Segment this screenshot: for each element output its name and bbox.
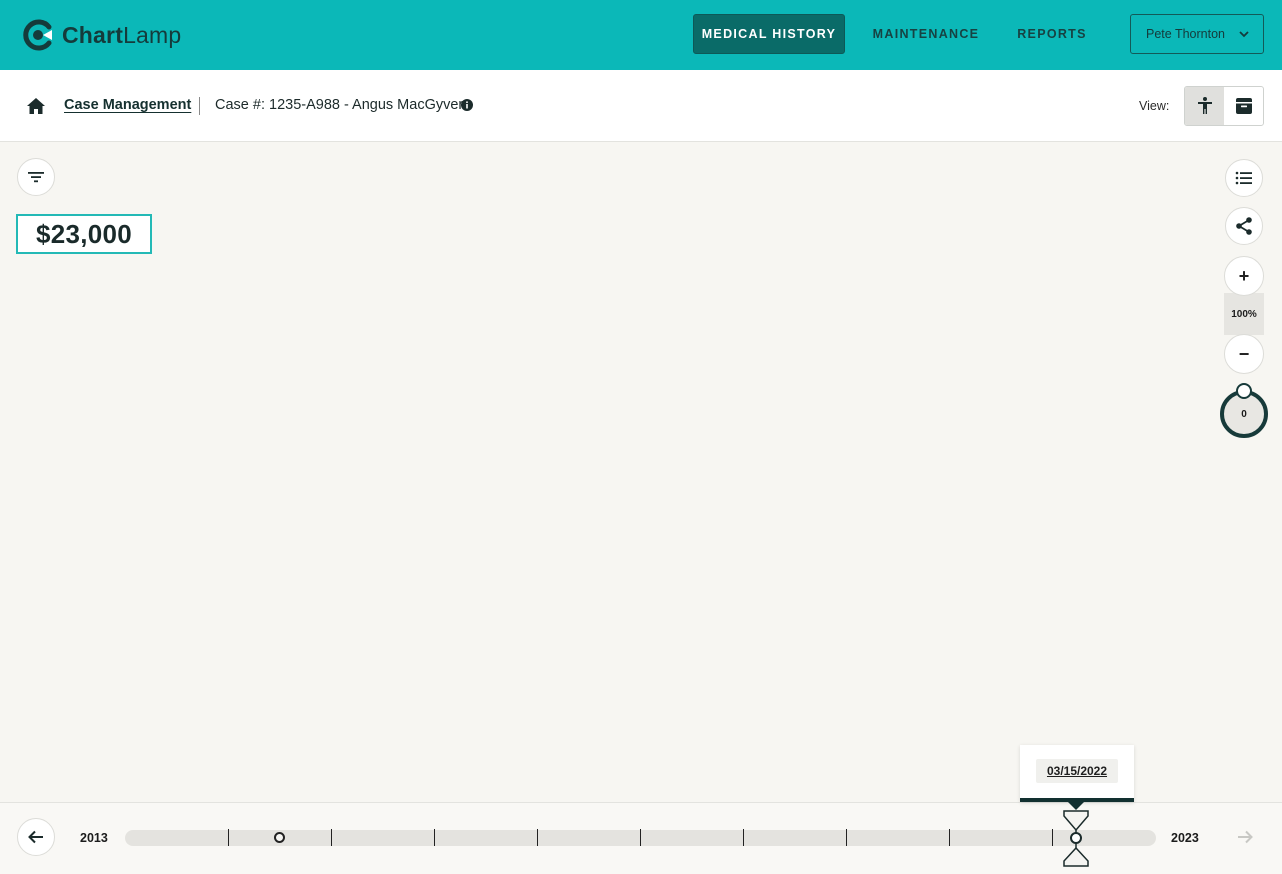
timeline-tick	[949, 829, 950, 846]
timeline-tick	[743, 829, 744, 846]
zoom-in-button[interactable]: +	[1224, 256, 1264, 296]
logo-mark-icon	[23, 19, 52, 51]
breadcrumb-divider	[199, 97, 200, 115]
view-body-button[interactable]	[1185, 87, 1224, 125]
timeline-tick	[331, 829, 332, 846]
nav-maintenance[interactable]: MAINTENANCE	[862, 14, 990, 54]
breadcrumb-bar: Case Management Case #: 1235-A988 - Angu…	[0, 70, 1282, 142]
nav-reports[interactable]: REPORTS	[1008, 14, 1096, 54]
dial-handle[interactable]	[1236, 383, 1252, 399]
view-toggle	[1184, 86, 1264, 126]
zoom-control: 100% + −	[1224, 256, 1264, 374]
nav-medical-history[interactable]: MEDICAL HISTORY	[693, 14, 845, 54]
accessibility-icon	[1197, 97, 1212, 114]
zoom-out-button[interactable]: −	[1224, 334, 1264, 374]
total-amount: $23,000	[16, 214, 152, 254]
breadcrumb-case-management[interactable]: Case Management	[64, 97, 191, 113]
timeline-tick	[537, 829, 538, 846]
timeline-next-button[interactable]	[1226, 818, 1264, 856]
timeline-end-year: 2023	[1171, 831, 1199, 845]
list-view-button[interactable]	[1225, 159, 1263, 197]
zoom-level: 100%	[1224, 293, 1264, 335]
filter-button[interactable]	[17, 158, 55, 196]
timeline-tick	[846, 829, 847, 846]
timeline-prev-button[interactable]	[17, 818, 55, 856]
timeline-tick	[434, 829, 435, 846]
user-name: Pete Thornton	[1146, 27, 1225, 41]
list-icon	[1235, 171, 1252, 185]
user-menu[interactable]: Pete Thornton	[1130, 14, 1264, 54]
hourglass-icon[interactable]	[1060, 808, 1092, 870]
top-bar: ChartLamp MEDICAL HISTORY MAINTENANCE RE…	[0, 0, 1282, 70]
chevron-down-icon	[1239, 31, 1249, 38]
timeline-start-year: 2013	[80, 831, 108, 845]
home-icon[interactable]	[26, 96, 46, 116]
chartlamp-logo[interactable]: ChartLamp	[22, 19, 181, 51]
brand-name: ChartLamp	[62, 21, 182, 48]
share-icon	[1236, 217, 1252, 235]
date-popup: 03/15/2022	[1020, 745, 1134, 802]
timeline-tick	[640, 829, 641, 846]
filter-icon	[28, 172, 44, 183]
share-button[interactable]	[1225, 207, 1263, 245]
timeline-tick	[1052, 829, 1053, 846]
selected-date[interactable]: 03/15/2022	[1036, 759, 1118, 783]
dial-value: 0	[1241, 408, 1247, 420]
arrow-left-icon	[28, 830, 43, 844]
case-title: Case #: 1235-A988 - Angus MacGyver	[215, 97, 464, 113]
view-label: View:	[1139, 99, 1170, 113]
info-icon[interactable]	[461, 99, 473, 111]
arrow-right-icon	[1238, 830, 1253, 844]
archive-icon	[1235, 98, 1252, 114]
timeline-tick	[228, 829, 229, 846]
timeline-event-marker[interactable]	[274, 832, 285, 843]
view-archive-button[interactable]	[1224, 87, 1263, 125]
